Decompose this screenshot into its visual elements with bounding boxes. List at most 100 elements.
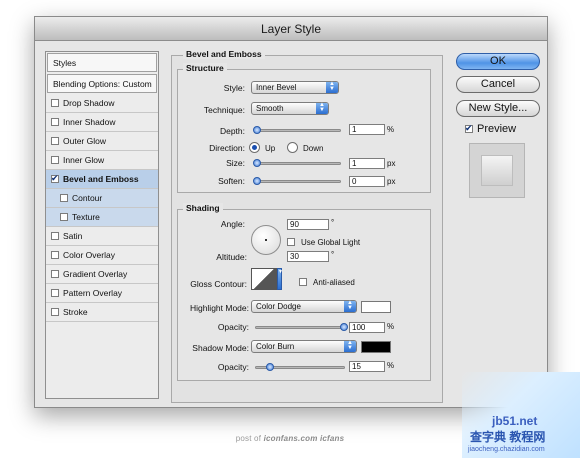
chevron-updown-icon: ▲ ▼ bbox=[344, 300, 356, 312]
ok-button[interactable]: OK bbox=[456, 53, 540, 70]
global-light-checkbox[interactable] bbox=[287, 238, 295, 246]
style-item-inner-shadow[interactable]: Inner Shadow bbox=[46, 113, 158, 132]
styles-list: Styles Blending Options: Custom Drop Sha… bbox=[45, 51, 159, 399]
shadow-opacity-unit: % bbox=[387, 361, 395, 370]
style-item-pattern-overlay[interactable]: Pattern Overlay bbox=[46, 284, 158, 303]
size-input[interactable]: 1 bbox=[349, 158, 385, 169]
depth-unit: % bbox=[387, 125, 395, 134]
style-item-drop-shadow[interactable]: Drop Shadow bbox=[46, 94, 158, 113]
direction-up-radio[interactable] bbox=[249, 142, 260, 153]
outer-glow-checkbox[interactable] bbox=[51, 137, 59, 145]
drop-shadow-checkbox[interactable] bbox=[51, 99, 59, 107]
styles-header[interactable]: Styles bbox=[47, 53, 157, 72]
shadow-opacity-label: Opacity: bbox=[217, 362, 249, 372]
chevron-down-icon[interactable]: ▼ bbox=[277, 268, 283, 290]
style-item-satin[interactable]: Satin bbox=[46, 227, 158, 246]
highlight-opacity-label: Opacity: bbox=[217, 322, 249, 332]
style-item-label: Texture bbox=[72, 212, 100, 222]
style-item-bevel-and-emboss[interactable]: Bevel and Emboss bbox=[46, 170, 158, 189]
technique-select-value: Smooth bbox=[256, 104, 284, 113]
style-item-label: Inner Shadow bbox=[63, 117, 116, 127]
shadow-opacity-slider[interactable] bbox=[255, 363, 345, 371]
shadow-opacity-slider-handle[interactable] bbox=[266, 363, 274, 371]
chevron-updown-icon: ▲ ▼ bbox=[326, 81, 338, 93]
preview-label: Preview bbox=[477, 123, 517, 135]
stroke-checkbox[interactable] bbox=[51, 308, 59, 316]
anti-aliased-checkbox[interactable] bbox=[299, 278, 307, 286]
angle-unit: ° bbox=[331, 218, 335, 227]
size-label: Size: bbox=[226, 158, 245, 168]
preview-checkbox[interactable] bbox=[465, 125, 473, 133]
soften-slider-handle[interactable] bbox=[253, 177, 261, 185]
preview-toggle[interactable]: Preview bbox=[465, 123, 516, 135]
gloss-contour-preview[interactable] bbox=[251, 268, 277, 290]
style-item-label: Satin bbox=[63, 231, 83, 241]
altitude-unit: ° bbox=[331, 250, 335, 259]
style-item-gradient-overlay[interactable]: Gradient Overlay bbox=[46, 265, 158, 284]
style-item-color-overlay[interactable]: Color Overlay bbox=[46, 246, 158, 265]
color-overlay-checkbox[interactable] bbox=[51, 251, 59, 259]
altitude-label: Altitude: bbox=[216, 252, 247, 262]
highlight-color-swatch[interactable] bbox=[361, 301, 391, 313]
highlight-mode-label: Highlight Mode: bbox=[189, 303, 249, 313]
depth-label: Depth: bbox=[219, 126, 245, 136]
inner-shadow-checkbox[interactable] bbox=[51, 118, 59, 126]
highlight-mode-select[interactable]: Color Dodge ▲ ▼ bbox=[251, 300, 357, 313]
chevron-updown-icon: ▲ ▼ bbox=[316, 102, 328, 114]
watermark-text: 查字典 教程网 bbox=[470, 430, 546, 444]
satin-checkbox[interactable] bbox=[51, 232, 59, 240]
bevel-and-emboss-checkbox[interactable] bbox=[51, 175, 59, 183]
shadow-mode-select[interactable]: Color Burn ▲ ▼ bbox=[251, 340, 357, 353]
shading-title: Shading bbox=[183, 203, 223, 213]
style-item-stroke[interactable]: Stroke bbox=[46, 303, 158, 322]
style-item-contour[interactable]: Contour bbox=[46, 189, 158, 208]
style-preview-thumbnail bbox=[469, 143, 525, 198]
style-item-label: Color Overlay bbox=[63, 250, 115, 260]
pattern-overlay-checkbox[interactable] bbox=[51, 289, 59, 297]
highlight-opacity-slider[interactable] bbox=[255, 323, 348, 331]
angle-dial-center bbox=[265, 239, 267, 241]
blending-options-item[interactable]: Blending Options: Custom bbox=[47, 74, 157, 93]
chevron-updown-icon: ▲ ▼ bbox=[344, 340, 356, 352]
style-item-inner-glow[interactable]: Inner Glow bbox=[46, 151, 158, 170]
size-slider[interactable] bbox=[253, 159, 341, 167]
direction-down-radio[interactable] bbox=[287, 142, 298, 153]
shadow-opacity-input[interactable]: 15 bbox=[349, 361, 385, 372]
technique-select[interactable]: Smooth ▲ ▼ bbox=[251, 102, 329, 115]
highlight-opacity-slider-handle[interactable] bbox=[340, 323, 348, 331]
style-item-label: Gradient Overlay bbox=[63, 269, 128, 279]
angle-label: Angle: bbox=[220, 219, 245, 229]
highlight-opacity-input[interactable]: 100 bbox=[349, 322, 385, 333]
angle-dial[interactable] bbox=[251, 225, 281, 255]
soften-input[interactable]: 0 bbox=[349, 176, 385, 187]
footer-prefix: post of bbox=[235, 434, 262, 443]
gradient-overlay-checkbox[interactable] bbox=[51, 270, 59, 278]
structure-title: Structure bbox=[183, 63, 227, 73]
direction-up-label: Up bbox=[265, 144, 276, 153]
style-select[interactable]: Inner Bevel ▲ ▼ bbox=[251, 81, 339, 94]
style-item-texture[interactable]: Texture bbox=[46, 208, 158, 227]
size-slider-handle[interactable] bbox=[253, 159, 261, 167]
angle-input[interactable]: 90 bbox=[287, 219, 329, 230]
texture-checkbox[interactable] bbox=[60, 213, 68, 221]
cancel-button[interactable]: Cancel bbox=[456, 76, 540, 93]
style-item-outer-glow[interactable]: Outer Glow bbox=[46, 132, 158, 151]
new-style-button[interactable]: New Style... bbox=[456, 100, 540, 117]
contour-checkbox[interactable] bbox=[60, 194, 68, 202]
highlight-opacity-unit: % bbox=[387, 322, 395, 331]
depth-input[interactable]: 1 bbox=[349, 124, 385, 135]
soften-slider[interactable] bbox=[253, 177, 341, 185]
altitude-input[interactable]: 30 bbox=[287, 251, 329, 262]
watermark-domain: jb51.net bbox=[492, 414, 538, 428]
shadow-mode-value: Color Burn bbox=[256, 342, 295, 351]
depth-slider[interactable] bbox=[253, 126, 341, 134]
shadow-color-swatch[interactable] bbox=[361, 341, 391, 353]
highlight-mode-value: Color Dodge bbox=[256, 302, 301, 311]
style-select-value: Inner Bevel bbox=[256, 83, 297, 92]
soften-label: Soften: bbox=[218, 176, 245, 186]
depth-slider-handle[interactable] bbox=[253, 126, 261, 134]
watermark-subtext: jiaocheng.chazidian.com bbox=[468, 446, 545, 453]
inner-glow-checkbox[interactable] bbox=[51, 156, 59, 164]
soften-unit: px bbox=[387, 177, 396, 186]
anti-aliased-label: Anti-aliased bbox=[313, 278, 355, 287]
